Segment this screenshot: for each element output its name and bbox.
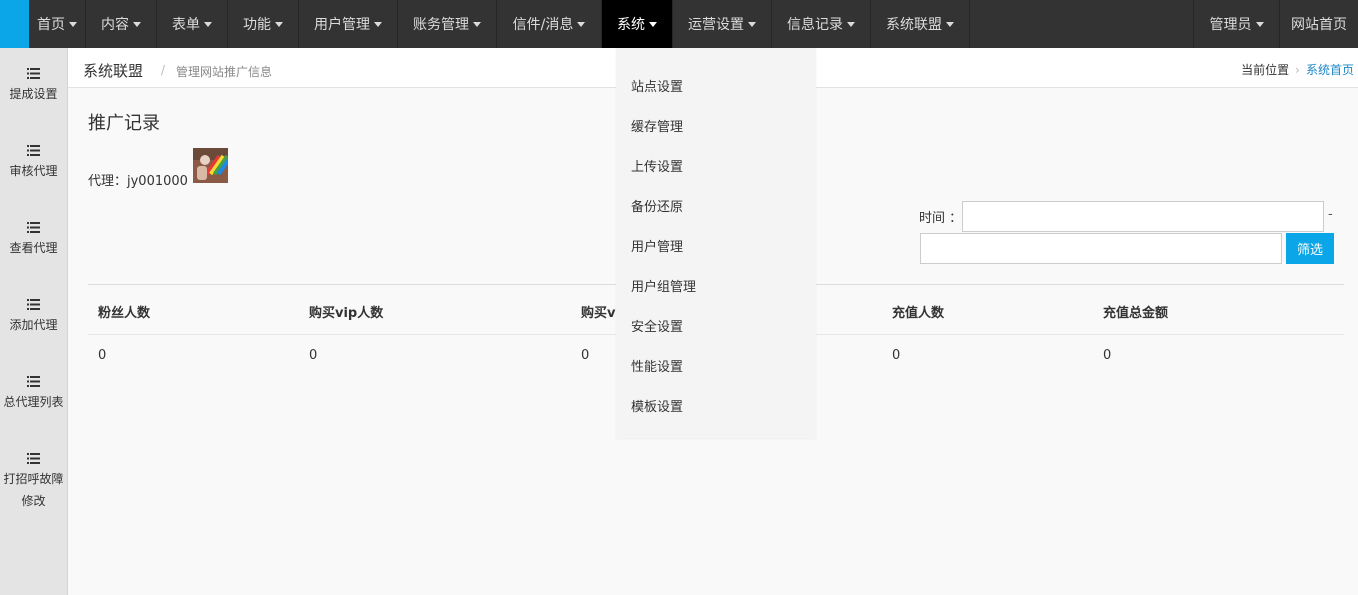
caret-down-icon <box>1255 21 1264 27</box>
sidebar-item-commission[interactable]: 提成设置 <box>0 68 67 105</box>
sidebar-item-add-agent[interactable]: 添加代理 <box>0 299 67 336</box>
table-header-recharge-total: 充值总金额 <box>1103 306 1169 321</box>
filter-button[interactable]: 筛选 <box>1286 233 1334 264</box>
page-section-title: 系统联盟 <box>83 62 144 80</box>
agent-label: 代理：jy001000 <box>88 174 188 189</box>
caret-down-icon <box>204 21 212 27</box>
top-navbar: 首页 内容 表单 功能 用户管理 账务管理 信件/消息 系统 运营设置 信息记录… <box>0 0 1358 48</box>
nav-user-management[interactable]: 用户管理 <box>299 0 398 48</box>
sidebar-item-label: 查看代理 <box>9 241 58 255</box>
sidebar-item-label: 提成设置 <box>9 87 58 101</box>
nav-info-records[interactable]: 信息记录 <box>772 0 871 48</box>
nav-operations[interactable]: 运营设置 <box>673 0 772 48</box>
nav-admin[interactable]: 管理员 <box>1193 0 1279 48</box>
current-location: 当前位置 › 系统首页 <box>1241 61 1354 78</box>
nav-forms[interactable]: 表单 <box>157 0 228 48</box>
table-cell: 0 <box>581 348 590 363</box>
location-label: 当前位置 <box>1241 63 1290 77</box>
sidebar-item-view-agent[interactable]: 查看代理 <box>0 222 67 259</box>
caret-down-icon <box>748 21 756 27</box>
table-header-recharge-users: 充值人数 <box>892 306 945 321</box>
menu-item-security-settings[interactable]: 安全设置 <box>631 316 683 335</box>
caret-down-icon <box>275 21 283 27</box>
sidebar: 提成设置 审核代理 查看代理 添加代理 总代理列表 打招呼故障修改 <box>0 48 68 595</box>
caret-down-icon <box>133 21 141 27</box>
caret-down-icon <box>577 21 586 27</box>
breadcrumb-separator: / <box>161 63 166 77</box>
time-label: 时间 ： <box>919 211 963 226</box>
table-header-vip-buyers: 购买vip人数 <box>309 306 384 321</box>
system-dropdown-menu: 站点设置 缓存管理 上传设置 备份还原 用户管理 用户组管理 安全设置 性能设置… <box>616 48 816 438</box>
end-time-input[interactable] <box>920 233 1282 264</box>
table-cell: 0 <box>98 348 107 363</box>
table-cell: 0 <box>309 348 318 363</box>
caret-down-icon <box>847 21 855 27</box>
page-section-subtitle: 管理网站推广信息 <box>176 65 273 79</box>
caret-down-icon <box>69 21 77 27</box>
list-icon <box>27 299 40 310</box>
table-cell: 0 <box>1103 348 1112 363</box>
sidebar-item-greeting-fix[interactable]: 打招呼故障修改 <box>0 453 67 512</box>
chevron-right-icon: › <box>1295 62 1300 77</box>
nav-finance[interactable]: 账务管理 <box>398 0 497 48</box>
list-icon <box>27 68 40 79</box>
nav-system[interactable]: 系统 <box>602 0 673 48</box>
logo-block[interactable] <box>0 0 29 48</box>
sidebar-item-label: 添加代理 <box>9 318 58 332</box>
sidebar-item-label: 审核代理 <box>9 164 58 178</box>
page-title: 推广记录 <box>88 113 160 134</box>
range-dash: - <box>1328 207 1333 222</box>
nav-system-alliance[interactable]: 系统联盟 <box>871 0 970 48</box>
sidebar-item-label: 总代理列表 <box>3 395 64 409</box>
sidebar-item-master-agent-list[interactable]: 总代理列表 <box>0 376 67 413</box>
menu-item-user-management[interactable]: 用户管理 <box>631 236 683 255</box>
agent-avatar[interactable] <box>193 148 228 183</box>
menu-item-upload-settings[interactable]: 上传设置 <box>631 156 683 175</box>
main-nav: 首页 内容 表单 功能 用户管理 账务管理 信件/消息 系统 运营设置 信息记录… <box>29 0 970 48</box>
list-icon <box>27 453 40 464</box>
menu-item-user-group-management[interactable]: 用户组管理 <box>631 276 696 295</box>
menu-item-performance-settings[interactable]: 性能设置 <box>631 356 683 375</box>
menu-item-template-settings[interactable]: 模板设置 <box>631 396 683 415</box>
table-header-purchase: 购买v <box>581 306 616 321</box>
menu-item-cache-management[interactable]: 缓存管理 <box>631 116 683 135</box>
nav-messages[interactable]: 信件/消息 <box>497 0 602 48</box>
caret-down-icon <box>374 21 382 27</box>
system-home-link[interactable]: 系统首页 <box>1306 61 1354 78</box>
start-time-input[interactable] <box>962 201 1324 232</box>
table-header-fans: 粉丝人数 <box>98 306 151 321</box>
menu-item-backup-restore[interactable]: 备份还原 <box>631 196 683 215</box>
sidebar-item-label: 打招呼故障修改 <box>3 472 64 508</box>
sidebar-item-review-agent[interactable]: 审核代理 <box>0 145 67 182</box>
menu-item-site-settings[interactable]: 站点设置 <box>631 76 683 95</box>
nav-site-home[interactable]: 网站首页 <box>1279 0 1358 48</box>
caret-down-icon <box>649 21 657 27</box>
nav-home[interactable]: 首页 <box>29 0 86 48</box>
list-icon <box>27 376 40 387</box>
table-cell: 0 <box>892 348 901 363</box>
list-icon <box>27 145 40 156</box>
nav-right: 管理员 网站首页 <box>1193 0 1358 48</box>
caret-down-icon <box>946 21 954 27</box>
nav-functions[interactable]: 功能 <box>228 0 299 48</box>
caret-down-icon <box>473 21 481 27</box>
nav-content[interactable]: 内容 <box>86 0 157 48</box>
list-icon <box>27 222 40 233</box>
